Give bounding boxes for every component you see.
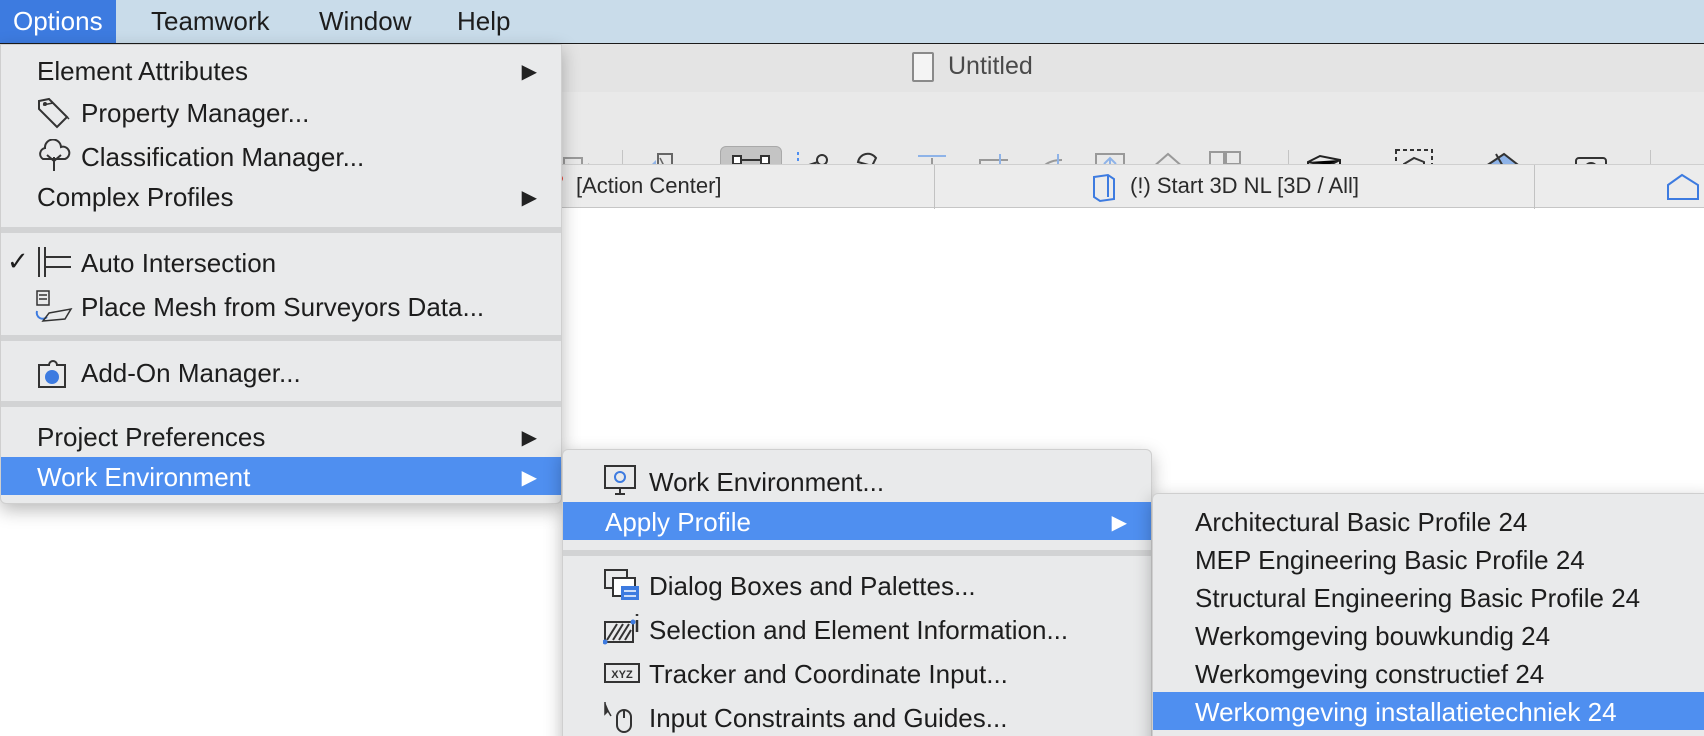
menu-item-label: Werkomgeving bouwkundig 24 [1195, 621, 1551, 651]
submenu-arrow-icon: ▶ [521, 187, 537, 209]
menu-item-label: Werkomgeving installatietechniek 24 [1195, 697, 1617, 727]
menu-item-label: Property Manager... [81, 98, 310, 128]
menu-item-label: Architectural Basic Profile 24 [1195, 507, 1528, 537]
menu-item-label: Selection and Element Information... [649, 615, 1069, 645]
3d-window-icon [1093, 173, 1115, 203]
menu-item-label: Work Environment [37, 462, 251, 492]
menu-separator [563, 550, 1151, 556]
selection-info-icon [602, 612, 641, 646]
tree-icon [35, 138, 73, 173]
mouse-cursor-icon [603, 700, 641, 734]
submenu-arrow-icon: ▶ [1111, 512, 1127, 534]
menu-item-label: Complex Profiles [37, 182, 234, 212]
menu-item-project-preferences[interactable]: Project Preferences ▶ [1, 417, 561, 455]
profile-item-constructief[interactable]: Werkomgeving constructief 24 [1153, 654, 1704, 692]
window-title: Untitled [948, 52, 1033, 80]
menu-item-label: Tracker and Coordinate Input... [649, 659, 1008, 689]
addon-puzzle-icon [35, 355, 73, 389]
menu-item-label: Apply Profile [605, 507, 751, 537]
menu-item-label: Element Attributes [37, 56, 248, 86]
profile-item-bouwkundig[interactable]: Werkomgeving bouwkundig 24 [1153, 616, 1704, 654]
menu-separator [1, 335, 561, 341]
menu-item-label: Classification Manager... [81, 142, 365, 172]
menu-item-label: Werkomgeving constructief 24 [1195, 659, 1545, 689]
menu-item-auto-intersection[interactable]: ✓ Auto Intersection [1, 243, 561, 281]
window-titlebar: Untitled [560, 44, 1704, 92]
menu-item-work-environment[interactable]: Work Environment ▶ [1, 457, 561, 495]
menu-item-classification-manager[interactable]: Classification Manager... [1, 137, 561, 175]
profile-item-installatietechniek[interactable]: Werkomgeving installatietechniek 24 [1153, 692, 1704, 730]
menu-item-apply-profile[interactable]: Apply Profile ▶ [563, 502, 1151, 540]
options-menu: Element Attributes ▶ Property Manager...… [0, 44, 562, 504]
menu-item-element-attributes[interactable]: Element Attributes ▶ [1, 51, 561, 89]
menu-item-selection-info[interactable]: Selection and Element Information... [563, 610, 1151, 648]
document-icon [912, 52, 934, 82]
menu-item-label: Input Constraints and Guides... [649, 703, 1008, 733]
tab-divider [934, 165, 935, 209]
menu-separator [1, 227, 561, 233]
xyz-coordinates-icon: XYZ [603, 656, 641, 690]
intersection-icon [35, 245, 73, 279]
menu-bar: Options Teamwork Window Help [0, 0, 1704, 44]
menu-item-label: MEP Engineering Basic Profile 24 [1195, 545, 1585, 575]
menu-item-label: Auto Intersection [81, 248, 277, 278]
checkmark-icon: ✓ [7, 246, 29, 276]
menu-item-place-mesh[interactable]: Place Mesh from Surveyors Data... [1, 287, 561, 325]
survey-mesh-icon [35, 289, 73, 323]
tab-3d-view[interactable]: (!) Start 3D NL [3D / All] [1130, 173, 1359, 199]
svg-text:XYZ: XYZ [611, 669, 633, 681]
submenu-arrow-icon: ▶ [521, 61, 537, 83]
menu-item-input-constraints[interactable]: Input Constraints and Guides... [563, 698, 1151, 736]
menu-item-label: Project Preferences [37, 422, 266, 452]
view-tab-bar: [Action Center] (!) Start 3D NL [3D / Al… [556, 164, 1704, 209]
work-environment-monitor-icon [603, 464, 641, 498]
profile-item-architectural[interactable]: Architectural Basic Profile 24 [1153, 502, 1704, 540]
menu-item-property-manager[interactable]: Property Manager... [1, 93, 561, 131]
menu-item-label: Dialog Boxes and Palettes... [649, 571, 976, 601]
tab-divider [1534, 165, 1535, 209]
tag-icon [35, 95, 73, 129]
submenu-arrow-icon: ▶ [521, 427, 537, 449]
work-environment-submenu: Work Environment... Apply Profile ▶ Dial… [562, 449, 1152, 736]
tab-action-center[interactable]: [Action Center] [576, 173, 722, 199]
menu-separator [1, 401, 561, 407]
profile-item-mep[interactable]: MEP Engineering Basic Profile 24 [1153, 540, 1704, 578]
menu-item-label: Add-On Manager... [81, 358, 301, 388]
menu-item-addon-manager[interactable]: Add-On Manager... [1, 353, 561, 391]
menu-item-work-environment-dialog[interactable]: Work Environment... [563, 462, 1151, 500]
palettes-icon [603, 568, 641, 602]
menu-item-label: Work Environment... [649, 467, 885, 497]
menu-window[interactable]: Window [306, 0, 424, 43]
menu-item-dialog-boxes[interactable]: Dialog Boxes and Palettes... [563, 566, 1151, 604]
profile-item-structural[interactable]: Structural Engineering Basic Profile 24 [1153, 578, 1704, 616]
menu-options[interactable]: Options [0, 0, 116, 43]
menu-item-tracker[interactable]: XYZ Tracker and Coordinate Input... [563, 654, 1151, 692]
home-view-icon[interactable] [1664, 171, 1700, 203]
menu-item-label: Structural Engineering Basic Profile 24 [1195, 583, 1641, 613]
menu-item-label: Place Mesh from Surveyors Data... [81, 292, 485, 322]
menu-teamwork[interactable]: Teamwork [138, 0, 282, 43]
apply-profile-submenu: Architectural Basic Profile 24 MEP Engin… [1152, 493, 1704, 736]
submenu-arrow-icon: ▶ [521, 467, 537, 489]
menu-help[interactable]: Help [444, 0, 523, 43]
menu-item-complex-profiles[interactable]: Complex Profiles ▶ [1, 177, 561, 215]
